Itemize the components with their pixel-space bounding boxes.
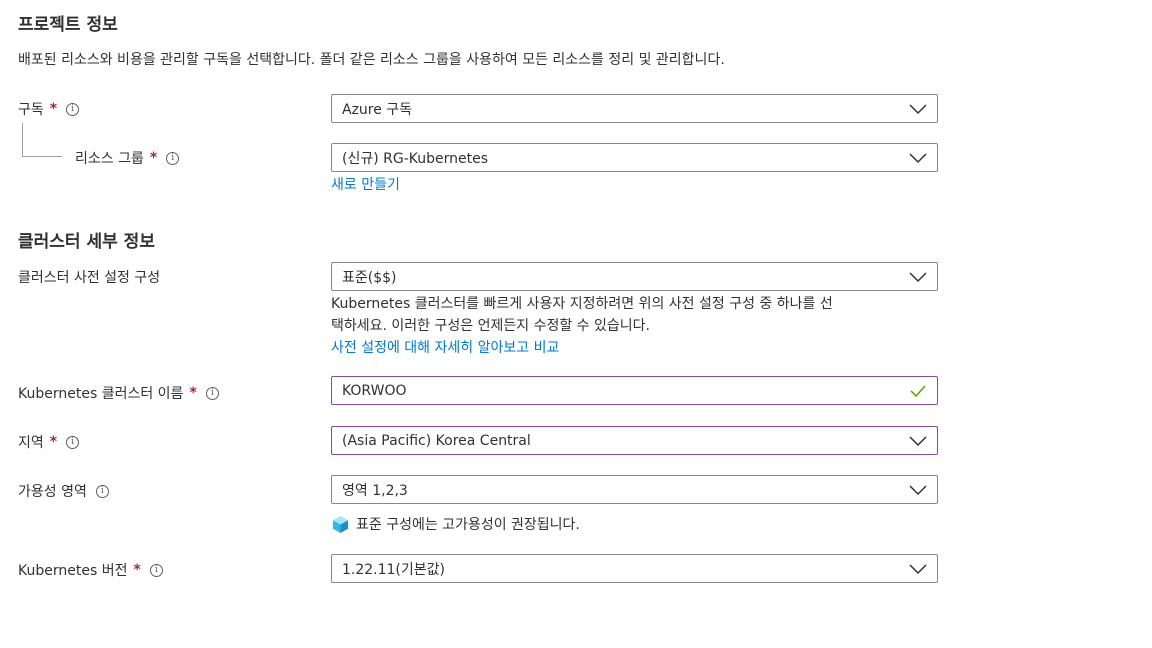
region-label-row: 지역 * i: [18, 432, 80, 452]
preset-label: 클러스터 사전 설정 구성: [18, 270, 161, 286]
availability-zones-value: 영역 1,2,3: [342, 482, 408, 499]
availability-zones-dropdown[interactable]: 영역 1,2,3: [331, 475, 938, 504]
preset-help-text-line1: Kubernetes 클러스터를 빠르게 사용자 지정하려면 위의 사전 설정 …: [331, 296, 833, 312]
chevron-down-icon: [909, 484, 927, 495]
preset-label-row: 클러스터 사전 설정 구성: [18, 267, 160, 287]
region-label: 지역: [18, 435, 44, 451]
info-icon[interactable]: i: [149, 563, 163, 577]
info-icon[interactable]: i: [166, 151, 180, 165]
required-asterisk: *: [49, 101, 58, 117]
region-value: (Asia Pacific) Korea Central: [342, 432, 531, 449]
tree-connector-horizontal: [22, 156, 62, 157]
info-icon[interactable]: i: [205, 386, 219, 400]
create-new-link[interactable]: 새로 만들기: [331, 174, 400, 194]
subscription-label: 구독: [18, 102, 44, 118]
chevron-down-icon: [909, 103, 927, 114]
cluster-name-value: KORWOO: [342, 382, 407, 399]
info-icon[interactable]: i: [66, 435, 80, 449]
region-dropdown[interactable]: (Asia Pacific) Korea Central: [331, 426, 938, 455]
availability-note: 표준 구성에는 고가용성이 권장됩니다.: [331, 514, 580, 534]
cluster-name-input[interactable]: KORWOO: [331, 376, 938, 405]
kubernetes-version-value: 1.22.11(기본값): [342, 561, 446, 578]
subscription-label-row: 구독 * i: [18, 99, 80, 119]
resource-group-value: (신규) RG-Kubernetes: [342, 150, 489, 167]
subscription-value: Azure 구독: [342, 101, 413, 118]
kubernetes-version-label: Kubernetes 버전: [18, 563, 128, 579]
preset-value: 표준($$): [342, 269, 397, 286]
info-icon[interactable]: i: [66, 102, 80, 116]
project-details-heading: 프로젝트 정보: [18, 15, 118, 35]
cube-icon: [332, 515, 349, 533]
checkmark-icon: [910, 384, 926, 397]
availability-zones-label: 가용성 영역: [18, 484, 87, 500]
chevron-down-icon: [909, 435, 927, 446]
chevron-down-icon: [909, 152, 927, 163]
availability-zones-label-row: 가용성 영역 i: [18, 481, 109, 501]
kubernetes-version-dropdown[interactable]: 1.22.11(기본값): [331, 554, 938, 583]
resource-group-label-row: 리소스 그룹 * i: [75, 148, 180, 168]
preset-dropdown[interactable]: 표준($$): [331, 262, 938, 291]
cluster-name-label-row: Kubernetes 클러스터 이름 * i: [18, 383, 219, 403]
availability-note-text: 표준 구성에는 고가용성이 권장됩니다.: [356, 517, 580, 533]
required-asterisk: *: [133, 562, 141, 578]
required-asterisk: *: [149, 150, 158, 166]
required-asterisk: *: [49, 434, 58, 450]
subscription-dropdown[interactable]: Azure 구독: [331, 94, 938, 123]
preset-help-text-line2: 택하세요. 이러한 구성은 언제든지 수정할 수 있습니다.: [331, 318, 650, 334]
chevron-down-icon: [909, 271, 927, 282]
chevron-down-icon: [909, 563, 927, 574]
cluster-name-label: Kubernetes 클러스터 이름: [18, 386, 184, 402]
info-icon[interactable]: i: [95, 484, 109, 498]
tree-connector-vertical: [22, 123, 23, 156]
preset-learn-more-link[interactable]: 사전 설정에 대해 자세히 알아보고 비교: [331, 337, 559, 357]
kubernetes-version-label-row: Kubernetes 버전 * i: [18, 560, 163, 580]
required-asterisk: *: [189, 385, 197, 401]
resource-group-label: 리소스 그룹: [75, 151, 144, 167]
cluster-details-heading: 클러스터 세부 정보: [18, 232, 155, 252]
project-details-description: 배포된 리소스와 비용을 관리할 구독을 선택합니다. 폴더 같은 리소스 그룹…: [18, 52, 725, 68]
resource-group-dropdown[interactable]: (신규) RG-Kubernetes: [331, 143, 938, 172]
